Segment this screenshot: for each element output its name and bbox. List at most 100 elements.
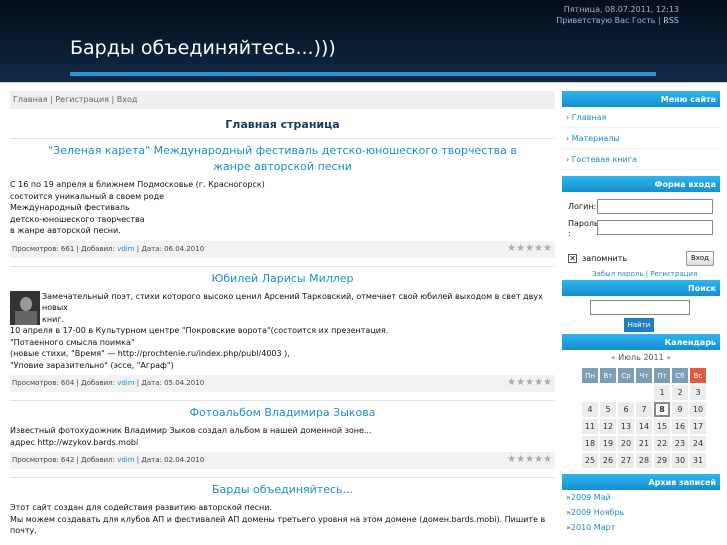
calendar-day[interactable]: 24 bbox=[690, 436, 706, 451]
body-line: детско-юношеского творчества bbox=[10, 214, 145, 224]
calendar-day[interactable]: 28 bbox=[636, 453, 652, 468]
login-input[interactable] bbox=[597, 199, 713, 214]
calendar-day[interactable]: 8 bbox=[654, 402, 670, 417]
top-links: Пятница, 08.07.2011, 12:13 Приветствую В… bbox=[556, 5, 679, 25]
calendar-day[interactable]: 26 bbox=[600, 453, 616, 468]
entry-body: Замечательный поэт, стихи которого высок… bbox=[10, 290, 555, 372]
forgot-password-link[interactable]: Забыл пароль bbox=[592, 270, 644, 278]
entry-meta: Просмотров: 604 | Добавил: vdim | Дата: … bbox=[10, 375, 555, 392]
calendar-day[interactable]: 1 bbox=[654, 385, 670, 400]
body-line: (новые стихи, "Время" — http://prochteni… bbox=[10, 349, 290, 358]
remember-checkbox[interactable]: ✕ bbox=[568, 254, 577, 263]
body-line: Мы можем создавать для клубов АП и фести… bbox=[10, 514, 546, 524]
calendar-day[interactable]: 17 bbox=[690, 419, 706, 434]
calendar-day[interactable]: 11 bbox=[582, 419, 598, 434]
entry-title[interactable]: Юбилей Ларисы Миллер bbox=[30, 271, 535, 287]
body-line: в жанре авторской песни. bbox=[10, 226, 121, 235]
calendar-day[interactable]: 22 bbox=[654, 436, 670, 451]
menu-item-home[interactable]: Главная bbox=[562, 107, 720, 128]
entry-body: Этот сайт создан для содействия развитию… bbox=[10, 502, 555, 537]
body-line: Этот сайт создан для содействия развитию… bbox=[10, 503, 272, 512]
calendar-day[interactable]: 5 bbox=[600, 402, 616, 417]
crumb-home[interactable]: Главная bbox=[13, 95, 48, 104]
calendar-block-title: Календарь bbox=[562, 334, 720, 350]
login-links: Забыл пароль | Регистрация bbox=[592, 270, 698, 278]
calendar-day[interactable]: 13 bbox=[618, 419, 634, 434]
calendar-day[interactable]: 25 bbox=[582, 453, 598, 468]
entry-date: Дата: 06.04.2010 bbox=[141, 244, 205, 253]
author-link[interactable]: vdim bbox=[117, 456, 134, 464]
search-input[interactable] bbox=[590, 300, 690, 315]
calendar-day[interactable]: 6 bbox=[618, 402, 634, 417]
archive-item[interactable]: 2010 Март bbox=[562, 520, 720, 535]
calendar-day[interactable]: 16 bbox=[672, 419, 688, 434]
weekday-header: Вс bbox=[690, 368, 706, 383]
calendar-day[interactable]: 15 bbox=[654, 419, 670, 434]
crumb-register[interactable]: Регистрация bbox=[55, 95, 109, 104]
calendar-day[interactable]: 7 bbox=[636, 402, 652, 417]
title-underline bbox=[70, 72, 656, 76]
month-label: Июль 2011 bbox=[618, 353, 664, 362]
rss-link[interactable]: RSS bbox=[663, 16, 679, 25]
entry-title[interactable]: Фотоальбом Владимира Зыкова bbox=[30, 405, 535, 421]
views-count: Просмотров: 661 bbox=[12, 244, 75, 253]
entry-title[interactable]: "Зеленая карета" Международный фестиваль… bbox=[30, 143, 535, 175]
login-form: Логин: Пароль : ✕ запомнить Вход Забыл п… bbox=[562, 192, 720, 280]
calendar-day[interactable]: 30 bbox=[672, 453, 688, 468]
login-button[interactable]: Вход bbox=[686, 251, 714, 266]
breadcrumb: Главная | Регистрация | Вход bbox=[10, 91, 555, 109]
calendar-next[interactable]: » bbox=[666, 353, 671, 362]
calendar-day[interactable]: 4 bbox=[582, 402, 598, 417]
body-line: С 16 по 19 апреля в ближнем Подмосковье … bbox=[10, 180, 265, 189]
calendar-day[interactable]: 21 bbox=[636, 436, 652, 451]
entry-meta: Просмотров: 661 | Добавил: vdim | Дата: … bbox=[10, 240, 555, 258]
calendar-day[interactable]: 31 bbox=[690, 453, 706, 468]
weekday-header: Чт bbox=[636, 368, 652, 383]
register-link[interactable]: Регистрация bbox=[650, 270, 697, 278]
entry: Барды объединяйтесь... Этот сайт создан … bbox=[10, 477, 555, 537]
calendar-day[interactable]: 2 bbox=[672, 385, 688, 400]
entry-title[interactable]: Барды объединяйтесь... bbox=[30, 482, 535, 498]
calendar-day[interactable]: 10 bbox=[690, 402, 706, 417]
body-line: Замечательный поэт, стихи которого высок… bbox=[42, 291, 543, 313]
body-line: 10 апреля в 17-00 в Культурном центре "П… bbox=[10, 326, 389, 335]
menu-item-materials[interactable]: Материалы bbox=[562, 128, 720, 149]
body-line: состоится уникальный в своем роде bbox=[10, 191, 165, 201]
entry: "Зеленая карета" Международный фестиваль… bbox=[10, 138, 555, 258]
sidebar: Меню сайта Главная Материалы Гостевая кн… bbox=[562, 91, 720, 535]
rating-stars[interactable]: ★★★★★ bbox=[507, 243, 552, 254]
rating-stars[interactable]: ★★★★★ bbox=[507, 378, 552, 388]
calendar-prev[interactable]: « bbox=[611, 353, 616, 362]
calendar-day[interactable]: 18 bbox=[582, 436, 598, 451]
calendar-day[interactable]: 29 bbox=[654, 453, 670, 468]
menu-item-guestbook[interactable]: Гостевая книга bbox=[562, 149, 720, 170]
calendar-day[interactable]: 27 bbox=[618, 453, 634, 468]
login-block-title: Форма входа bbox=[562, 176, 720, 192]
search-button[interactable]: Найти bbox=[624, 318, 654, 332]
password-input[interactable] bbox=[597, 220, 713, 235]
crumb-login[interactable]: Вход bbox=[117, 95, 138, 104]
rating-stars[interactable]: ★★★★★ bbox=[507, 455, 552, 465]
calendar-empty bbox=[600, 385, 616, 400]
search-block-title: Поиск bbox=[562, 280, 720, 296]
archive-block-title: Архив записей bbox=[562, 474, 720, 490]
calendar-day[interactable]: 3 bbox=[690, 385, 706, 400]
calendar-day[interactable]: 23 bbox=[672, 436, 688, 451]
calendar-day[interactable]: 9 bbox=[672, 402, 688, 417]
calendar-day[interactable]: 14 bbox=[636, 419, 652, 434]
menu-block-title: Меню сайта bbox=[562, 91, 720, 107]
entry: Фотоальбом Владимира Зыкова Известный фо… bbox=[10, 400, 555, 469]
main-column: Главная | Регистрация | Вход Главная стр… bbox=[10, 91, 555, 537]
calendar-day[interactable]: 12 bbox=[600, 419, 616, 434]
calendar-day[interactable]: 19 bbox=[600, 436, 616, 451]
site-header: Пятница, 08.07.2011, 12:13 Приветствую В… bbox=[0, 0, 727, 82]
body-line: "Потаенного смысла поимка" bbox=[10, 337, 135, 347]
weekday-header: Вт bbox=[600, 368, 616, 383]
entry-date: Дата: 02.04.2010 bbox=[141, 456, 205, 464]
archive-item[interactable]: 2009 Ноябрь bbox=[562, 505, 720, 520]
entry: Юбилей Ларисы Миллер Замечательный поэт,… bbox=[10, 265, 555, 392]
author-link[interactable]: vdim bbox=[117, 379, 134, 387]
archive-item[interactable]: 2009 Май bbox=[562, 490, 720, 505]
author-link[interactable]: vdim bbox=[117, 245, 134, 253]
calendar-day[interactable]: 20 bbox=[618, 436, 634, 451]
